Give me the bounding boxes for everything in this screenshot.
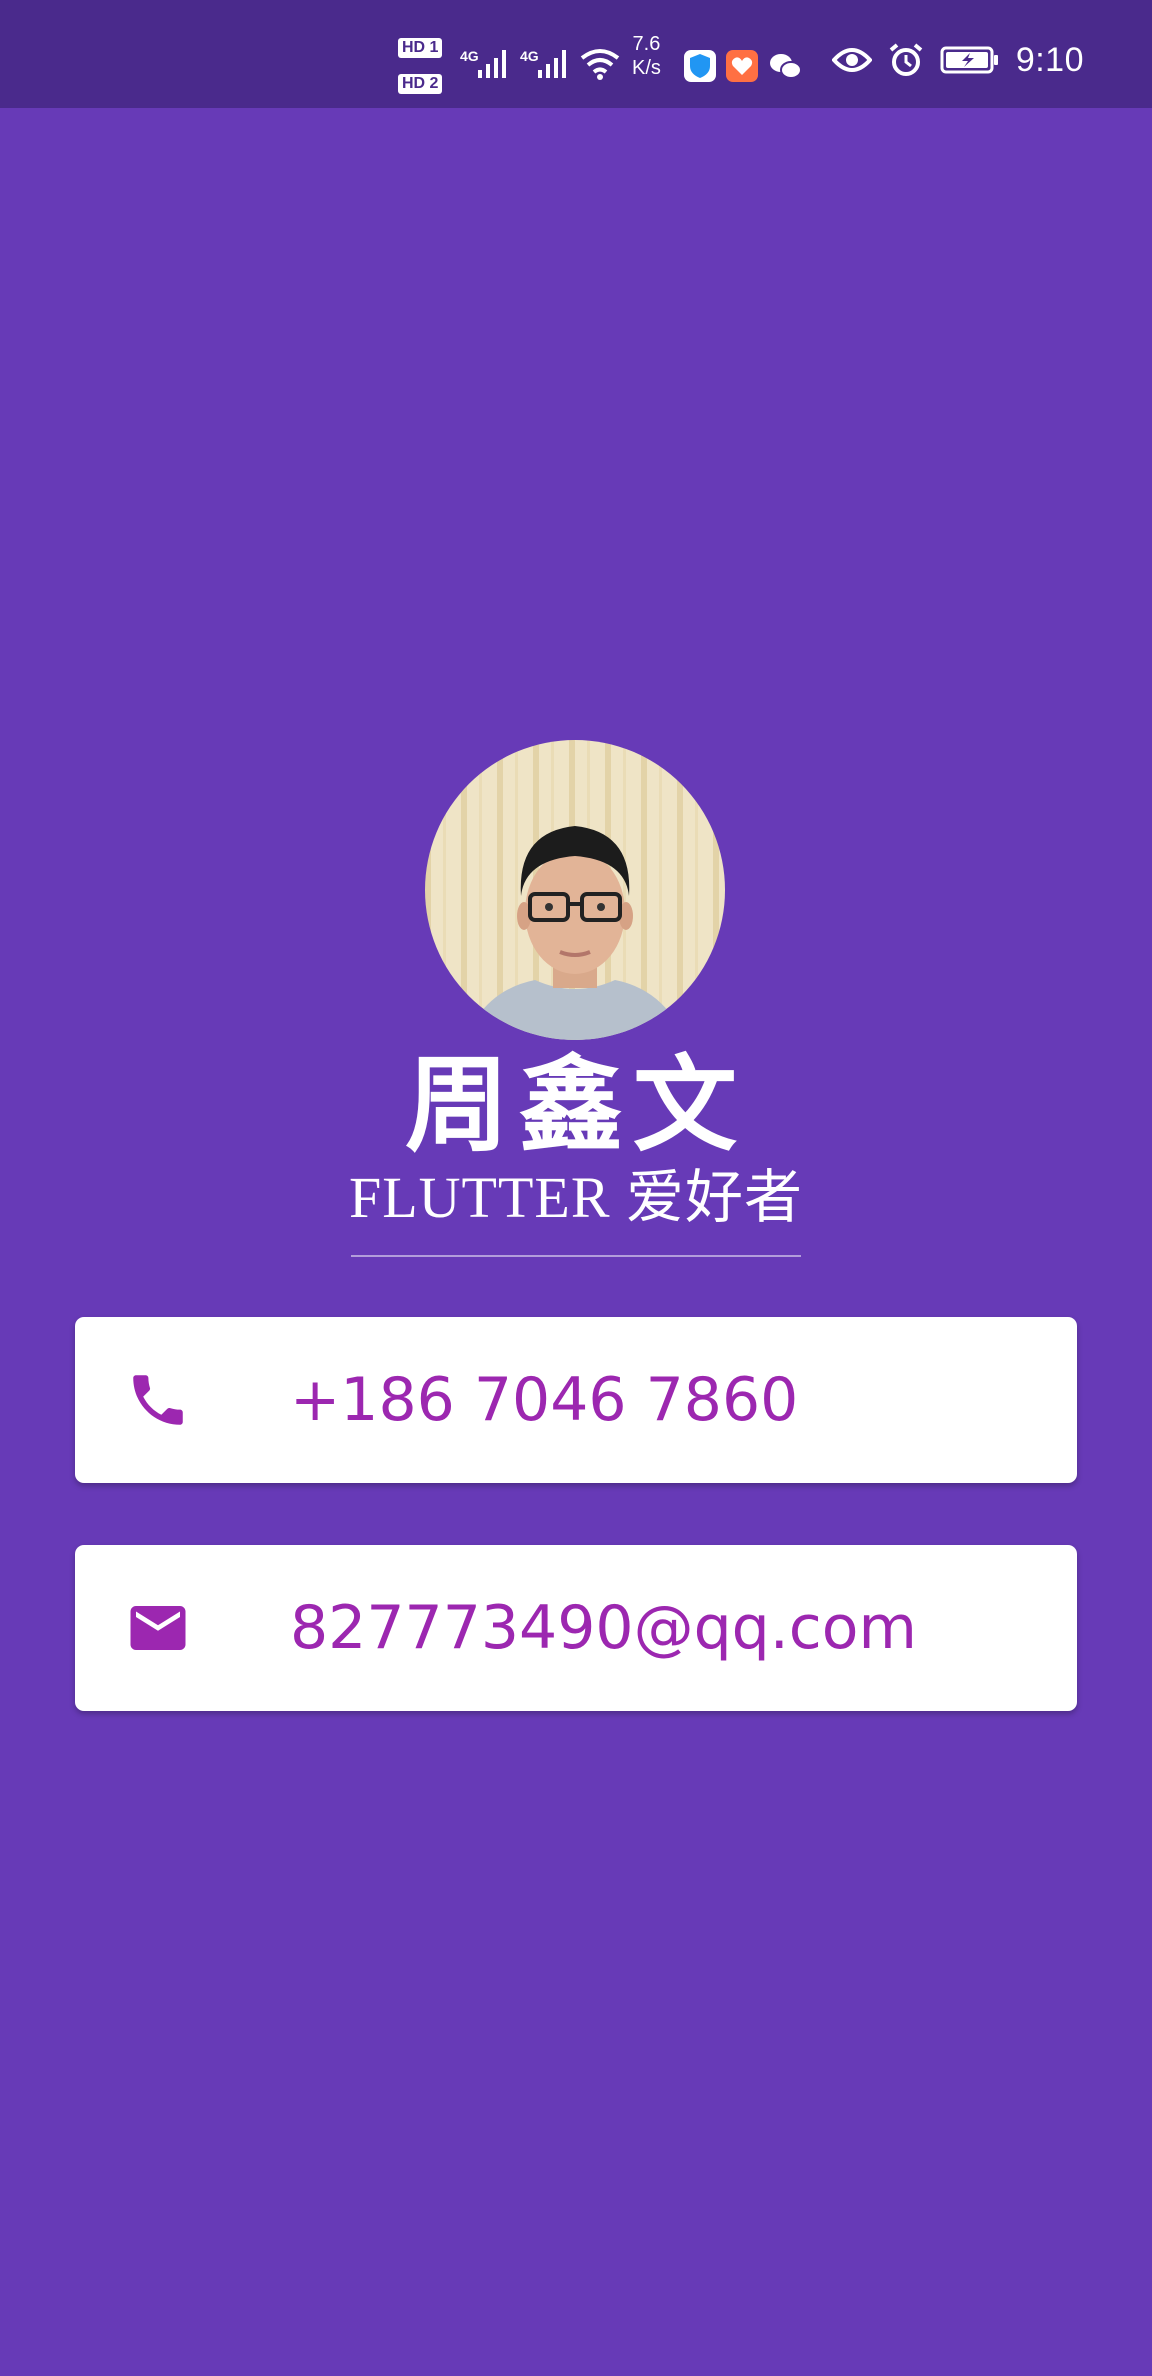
alarm-icon	[889, 43, 923, 76]
network-type-1: 4G	[460, 48, 479, 64]
network-speed: 7.6 K/s	[632, 32, 661, 80]
profile-avatar	[425, 740, 725, 1040]
network-type-2: 4G	[520, 48, 539, 64]
mail-icon	[130, 1606, 186, 1650]
wechat-icon	[768, 50, 802, 82]
hd2-badge: HD 2	[398, 74, 443, 94]
eye-comfort-icon	[831, 48, 872, 72]
status-right-group: 9:10	[831, 40, 1084, 80]
security-shield-icon	[684, 50, 716, 82]
status-bar: HD 1 HD 2 4G 4G 7.6 K/s 9:10	[0, 0, 1152, 108]
speed-unit: K/s	[632, 57, 661, 79]
clock-time: 9:10	[1015, 40, 1084, 79]
phone-icon	[133, 1375, 183, 1425]
phone-number: +186 7046 7860	[290, 1365, 799, 1435]
battery-charging-icon	[940, 46, 998, 74]
profile-subtitle: FLUTTER 爱好者	[348, 1165, 804, 1230]
phone-card[interactable]: +186 7046 7860	[75, 1317, 1077, 1483]
health-app-icon	[726, 50, 758, 82]
email-card[interactable]: 827773490@qq.com	[75, 1545, 1077, 1711]
divider	[351, 1255, 801, 1257]
signal-icon-1	[478, 50, 506, 78]
wifi-icon	[580, 49, 620, 80]
status-left-group: HD 1 HD 2 4G 4G 7.6 K/s	[398, 33, 802, 96]
email-address: 827773490@qq.com	[290, 1593, 917, 1663]
profile-name: 周鑫文	[404, 1044, 747, 1166]
hd1-badge: HD 1	[398, 38, 443, 58]
signal-icon-2	[538, 50, 566, 78]
speed-value: 7.6	[632, 33, 661, 55]
